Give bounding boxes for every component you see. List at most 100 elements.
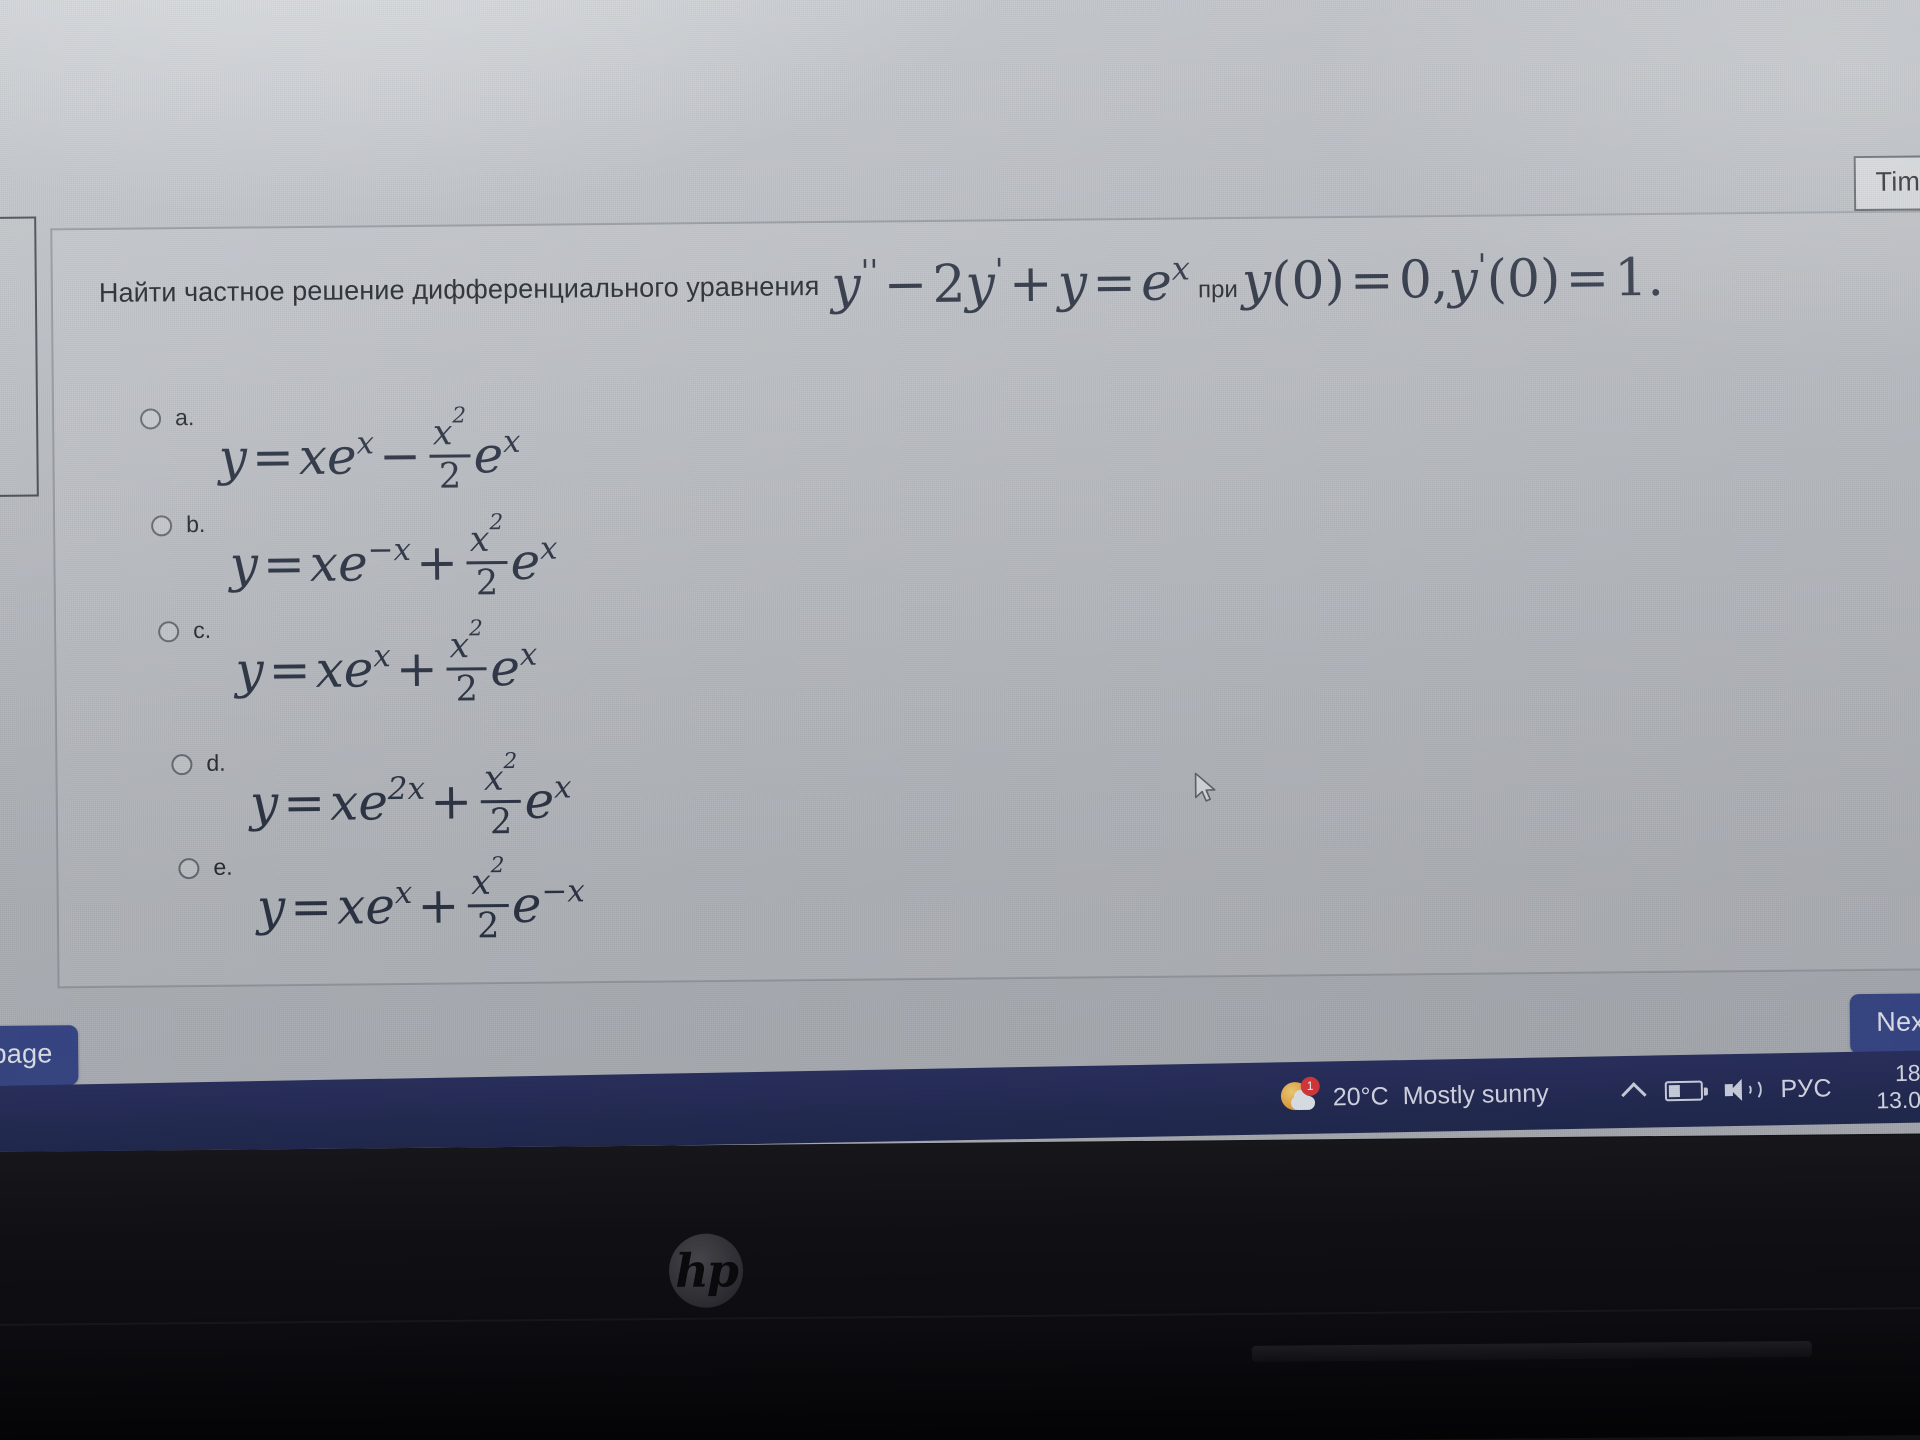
option-d-formula: y = x e 2x + x2 2 e x — [250, 749, 572, 843]
cond-yp0-arg: (0) — [1486, 248, 1561, 310]
opt-d-e2: e — [524, 771, 555, 830]
opt-b-e2: e — [510, 532, 541, 592]
option-e[interactable]: e. y = x e x + x2 2 e −x — [178, 850, 585, 948]
opt-d-x: x — [329, 773, 359, 832]
language-indicator[interactable]: РУС — [1780, 1074, 1832, 1104]
weather-condition: Mostly sunny — [1402, 1078, 1549, 1110]
weather-temperature: 20°C — [1332, 1081, 1389, 1111]
opt-a-eq: = — [251, 428, 295, 487]
opt-b-fraction: x2 2 — [466, 510, 508, 603]
option-e-formula: y = x e x + x2 2 e −x — [256, 853, 586, 947]
hp-logo: hp — [668, 1233, 744, 1308]
opt-c-e2: e — [490, 638, 521, 698]
next-page-button[interactable]: Next pag — [1850, 992, 1920, 1055]
battery-icon[interactable] — [1664, 1080, 1703, 1102]
cond-y0-fn: y — [1241, 251, 1272, 312]
radio-option-d[interactable] — [171, 754, 193, 776]
bottom-shadow — [0, 1314, 1920, 1440]
opt-b-op: + — [415, 533, 459, 592]
cond-yp0-value: 1 — [1614, 248, 1648, 309]
opt-b-den: 2 — [475, 562, 499, 603]
time-left-label: Time left — [1875, 166, 1920, 197]
question-conjunction: при — [1197, 275, 1238, 304]
opt-e-num-x: x — [470, 863, 492, 904]
option-b[interactable]: b. y = x e −x + x2 2 e x — [151, 508, 558, 606]
opt-c-fraction: x2 2 — [446, 616, 487, 710]
option-d[interactable]: d. y = x e 2x + x2 2 e x — [171, 746, 572, 844]
opt-c-eq: = — [268, 640, 311, 700]
cond-yp0-prime: ' — [1477, 247, 1487, 286]
eq-exp-x: x — [1171, 249, 1191, 289]
next-page-label: Next pag — [1876, 1006, 1920, 1037]
question-line: Найти частное решение дифференциального … — [98, 247, 1665, 323]
eq-double-prime: '' — [860, 252, 879, 292]
opt-a-num-x: x — [432, 413, 453, 454]
opt-e-y: y — [256, 878, 286, 937]
opt-c-exp2: x — [519, 636, 538, 673]
radio-option-a[interactable] — [140, 408, 162, 430]
quiz-page: Time left Найти частное решение дифферен… — [0, 0, 1920, 1152]
radio-option-c[interactable] — [158, 621, 180, 643]
radio-option-b[interactable] — [151, 515, 173, 537]
laptop-photo: Time left Найти частное решение дифферен… — [0, 0, 1920, 1440]
option-c-formula: y = x e x + x2 2 e x — [235, 616, 538, 711]
chevron-up-icon[interactable] — [1620, 1082, 1647, 1108]
opt-b-exp1: −x — [367, 531, 412, 569]
opt-b-x: x — [309, 534, 339, 593]
opt-a-e2: e — [473, 426, 504, 485]
option-c[interactable]: c. y = x e x + x2 2 e x — [158, 614, 538, 712]
initial-conditions: y (0) = 0, y ' (0) = 1. — [1241, 247, 1665, 312]
opt-c-y: y — [235, 641, 264, 700]
opt-d-num-exp: 2 — [503, 749, 518, 775]
opt-b-num-x: x — [469, 520, 490, 561]
cond-y0-equals: = — [1349, 250, 1394, 311]
taskbar-clock[interactable]: 18 13.0 — [1876, 1060, 1920, 1114]
opt-d-op: + — [429, 772, 473, 831]
clock-time: 18 — [1894, 1059, 1920, 1087]
speaker-icon[interactable] — [1724, 1078, 1762, 1103]
radio-option-e[interactable] — [178, 857, 200, 880]
eq-prime: ' — [994, 251, 1004, 290]
eq-coef-2: 2 — [932, 254, 966, 315]
laptop-screen: Time left Найти частное решение дифферен… — [0, 0, 1920, 1152]
opt-a-fraction: x2 2 — [429, 404, 471, 497]
opt-d-e1: e — [358, 773, 389, 832]
question-prompt: Найти частное решение дифференциального … — [98, 270, 820, 308]
opt-a-x: x — [298, 427, 328, 487]
opt-a-exp2: x — [502, 423, 521, 461]
cond-y0-arg: (0) — [1270, 250, 1346, 312]
left-clipped-panel — [0, 216, 39, 498]
opt-e-e1: e — [365, 877, 396, 936]
opt-c-op: + — [395, 639, 439, 699]
opt-c-den: 2 — [455, 668, 479, 710]
laptop-bezel: hp — [0, 1134, 1920, 1440]
eq-plus: + — [1008, 253, 1053, 315]
opt-a-num-exp: 2 — [452, 403, 467, 429]
opt-d-den: 2 — [489, 801, 513, 842]
eq-y1: y — [831, 255, 862, 316]
opt-e-e2: e — [511, 875, 542, 935]
opt-b-e1: e — [337, 534, 368, 593]
notification-badge: 1 — [1300, 1076, 1320, 1096]
cond-period: . — [1647, 247, 1665, 309]
opt-c-x: x — [315, 640, 345, 699]
option-d-letter: d. — [206, 749, 226, 776]
opt-a-exp1: x — [356, 425, 375, 462]
opt-e-den: 2 — [476, 905, 500, 946]
opt-a-op: − — [378, 426, 422, 486]
opt-a-den: 2 — [438, 456, 462, 497]
clock-date: 13.0 — [1876, 1086, 1920, 1114]
option-a-formula: y = x e x − x2 2 e x — [218, 404, 521, 498]
opt-b-y: y — [229, 535, 259, 594]
option-a[interactable]: a. y = x e x − x2 2 e x — [140, 401, 521, 499]
taskbar-weather-widget[interactable]: 1 20°C Mostly sunny — [1279, 1074, 1549, 1117]
opt-b-eq: = — [262, 534, 306, 594]
opt-e-op: + — [417, 876, 460, 935]
opt-c-e1: e — [343, 640, 374, 699]
taskbar-system-tray: РУС 18 13.0 — [1620, 1060, 1920, 1119]
previous-page-button[interactable]: s page — [0, 1025, 79, 1087]
opt-e-num-exp: 2 — [490, 853, 505, 879]
previous-page-label: s page — [0, 1038, 53, 1069]
opt-d-eq: = — [282, 773, 326, 833]
opt-e-eq: = — [289, 877, 333, 937]
